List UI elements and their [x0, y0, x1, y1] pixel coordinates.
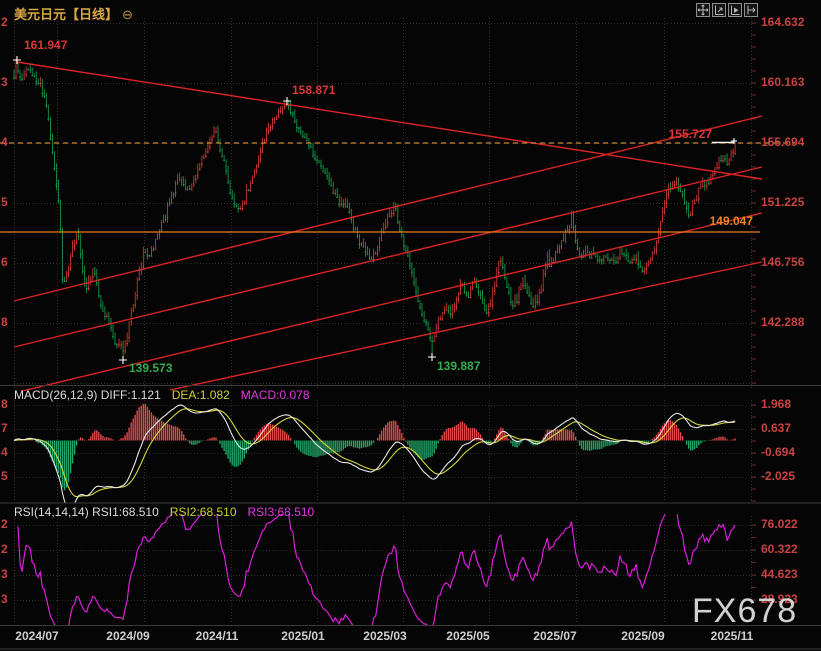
fit-y-axis-icon: [713, 4, 725, 16]
move-crosshair-icon: [697, 4, 709, 16]
macd-header: MACD(26,12,9) DIFF:1.121 DEA:1.082 MACD:0.…: [14, 388, 310, 402]
symbol-title: 美元日元【日线】: [14, 7, 118, 22]
macd-dea-value: DEA:1.082: [172, 388, 230, 402]
fit-x-axis-button[interactable]: [728, 3, 742, 17]
rsi-header: RSI(14,14,14) RSI1:68.510 RSI2:68.510 RSI3…: [14, 505, 314, 519]
go-to-latest-button[interactable]: [744, 3, 758, 17]
rsi-title: RSI(14,14,14) RSI1:68.510: [14, 505, 159, 519]
chart-window: 美元日元【日线】 ⊖ MACD(26,12,9) DIFF:1.121 DEA:1.…: [0, 0, 821, 651]
macd-macd-value: MACD:0.078: [241, 388, 310, 402]
move-crosshair-button[interactable]: [696, 3, 710, 17]
watermark: FX678: [692, 592, 797, 631]
go-to-latest-icon: [745, 4, 757, 16]
fit-y-axis-button[interactable]: [712, 3, 726, 17]
macd-title: MACD(26,12,9) DIFF:1.121: [14, 388, 161, 402]
collapse-icon[interactable]: ⊖: [122, 7, 133, 23]
rsi3-value: RSI3:68.510: [248, 505, 315, 519]
title-bar: 美元日元【日线】 ⊖: [14, 4, 133, 23]
rsi2-value: RSI2:68.510: [170, 505, 237, 519]
fit-x-axis-icon: [729, 4, 741, 16]
